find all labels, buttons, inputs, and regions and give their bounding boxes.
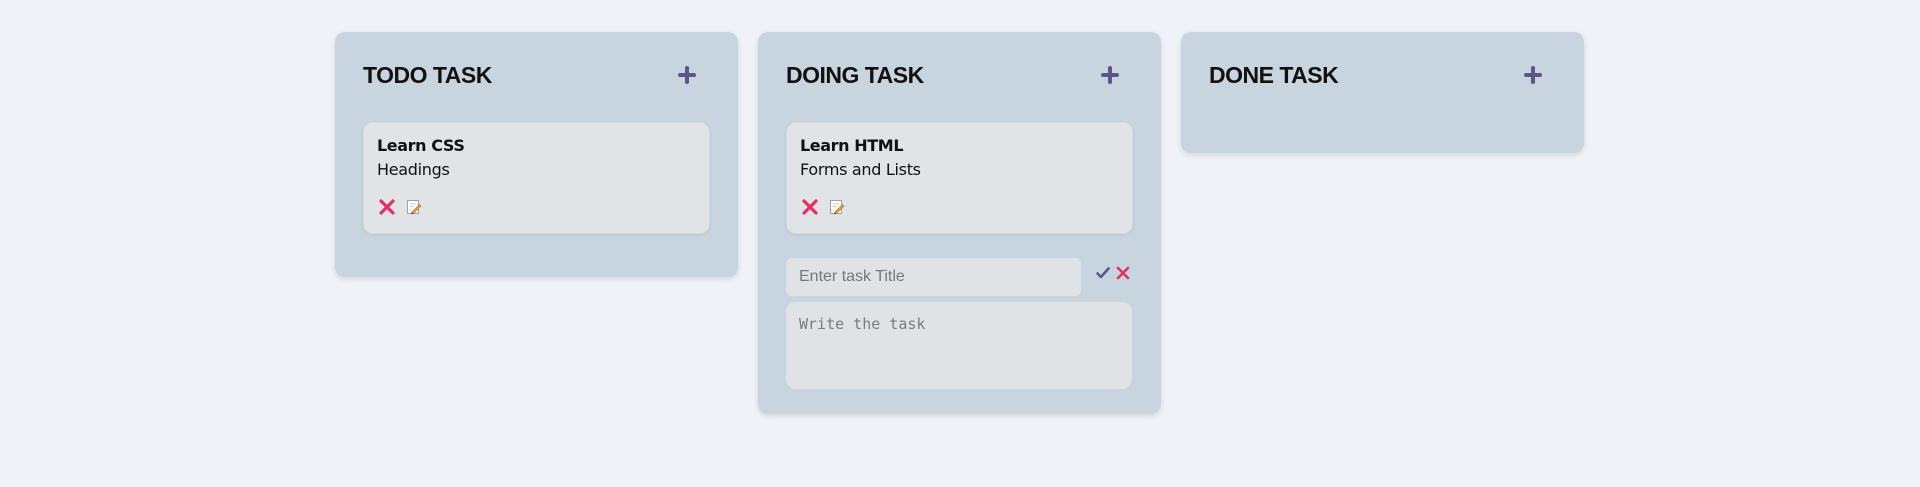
new-task-form bbox=[786, 258, 1133, 296]
task-card: Learn CSS Headings bbox=[363, 122, 710, 234]
add-task-button[interactable] bbox=[1095, 60, 1125, 90]
task-card: Learn HTML Forms and Lists bbox=[786, 122, 1133, 234]
edit-icon bbox=[407, 200, 422, 215]
column-title: DOING TASK bbox=[786, 61, 924, 88]
edit-task-button[interactable] bbox=[828, 198, 846, 216]
close-icon bbox=[379, 199, 395, 215]
add-task-button[interactable] bbox=[672, 60, 702, 90]
delete-task-button[interactable] bbox=[377, 197, 397, 217]
doing-column-header: DOING TASK bbox=[786, 58, 1133, 92]
confirm-task-button[interactable] bbox=[1095, 265, 1111, 281]
task-title: Learn CSS bbox=[377, 136, 465, 155]
task-title: Learn HTML bbox=[800, 136, 904, 155]
check-icon bbox=[1096, 267, 1110, 279]
task-description-input[interactable] bbox=[786, 302, 1132, 389]
task-title-input[interactable] bbox=[786, 258, 1081, 296]
delete-task-button[interactable] bbox=[800, 197, 820, 217]
task-description: Forms and Lists bbox=[800, 160, 921, 179]
task-actions bbox=[800, 197, 1119, 217]
task-description: Headings bbox=[377, 160, 450, 179]
form-actions bbox=[1095, 265, 1131, 281]
edit-icon bbox=[830, 200, 845, 215]
column-title: DONE TASK bbox=[1209, 61, 1339, 88]
column-title: TODO TASK bbox=[363, 61, 492, 88]
doing-column: DOING TASK Learn HTML Forms and Lists bbox=[758, 32, 1161, 414]
task-actions bbox=[377, 197, 696, 217]
done-column-header: DONE TASK bbox=[1209, 58, 1556, 92]
edit-task-button[interactable] bbox=[405, 198, 423, 216]
add-task-button[interactable] bbox=[1518, 60, 1548, 90]
todo-column: TODO TASK Learn CSS Headings bbox=[335, 32, 738, 277]
close-icon bbox=[1116, 266, 1130, 280]
close-icon bbox=[802, 199, 818, 215]
cancel-task-button[interactable] bbox=[1115, 265, 1131, 281]
done-column: DONE TASK bbox=[1181, 32, 1584, 153]
todo-column-header: TODO TASK bbox=[363, 58, 710, 92]
